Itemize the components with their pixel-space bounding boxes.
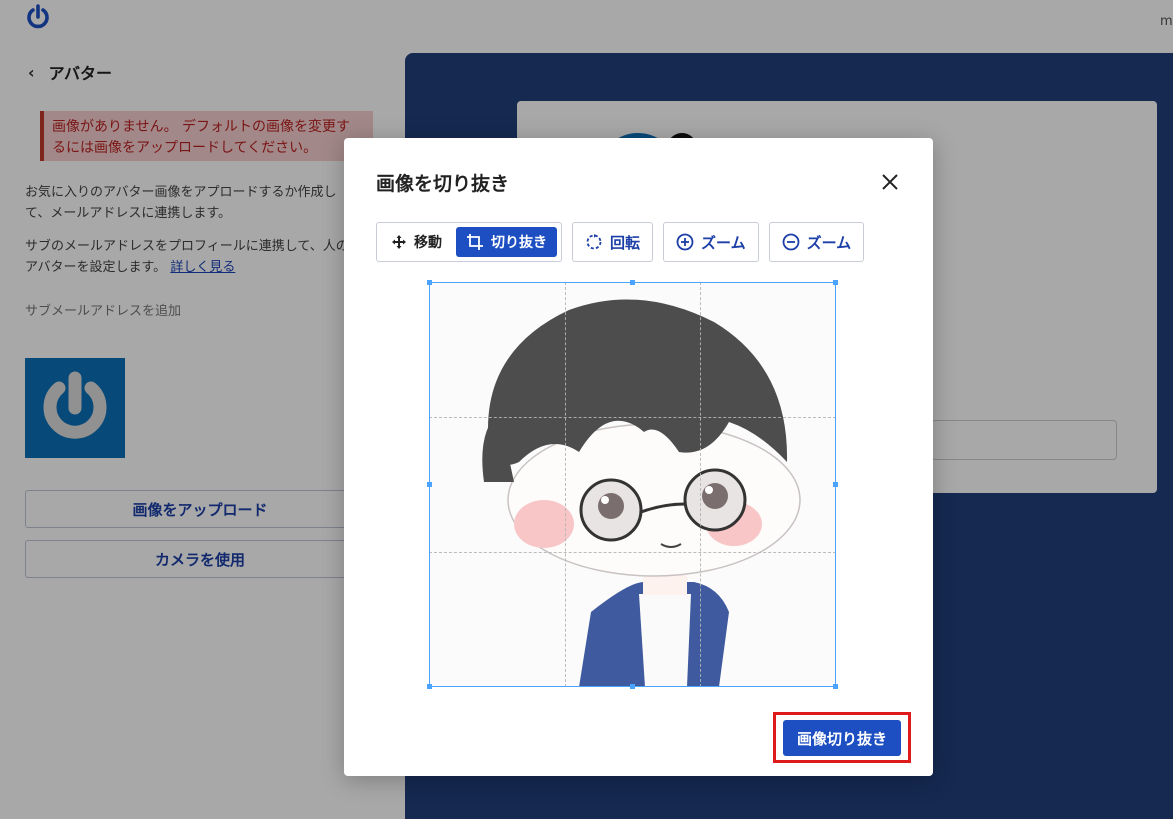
zoom-in-icon xyxy=(676,233,694,251)
crop-icon xyxy=(467,234,483,250)
zoom-in-label: ズーム xyxy=(701,233,746,252)
crop-image-submit-button[interactable]: 画像切り抜き xyxy=(783,720,901,756)
crop-selection-box[interactable] xyxy=(429,282,836,687)
crop-handle-right[interactable] xyxy=(833,482,838,487)
rotate-icon xyxy=(586,234,602,250)
close-icon[interactable] xyxy=(878,170,902,194)
crop-handle-top-left[interactable] xyxy=(427,280,432,285)
crop-label: 切り抜き xyxy=(491,235,547,251)
crop-image-dialog: 画像を切り抜き 移動 切り抜き 回転 ズーム ズーム 画像切り抜き xyxy=(344,138,933,776)
crop-handle-top[interactable] xyxy=(630,280,635,285)
crop-handle-bottom[interactable] xyxy=(630,684,635,689)
zoom-out-label: ズーム xyxy=(806,233,852,252)
zoom-out-button[interactable]: ズーム xyxy=(768,222,865,262)
move-label: 移動 xyxy=(414,235,442,251)
mode-toggle: 移動 切り抜き xyxy=(376,222,562,262)
crop-canvas[interactable] xyxy=(427,280,838,689)
move-mode-button[interactable]: 移動 xyxy=(381,227,452,257)
crop-mode-button[interactable]: 切り抜き xyxy=(456,227,557,257)
crop-handle-bottom-right[interactable] xyxy=(833,684,838,689)
crop-handle-top-right[interactable] xyxy=(833,280,838,285)
rotate-button[interactable]: 回転 xyxy=(572,222,654,262)
zoom-out-icon xyxy=(782,233,799,251)
zoom-in-button[interactable]: ズーム xyxy=(663,222,759,262)
crop-handle-bottom-left[interactable] xyxy=(427,684,432,689)
rotate-label: 回転 xyxy=(610,233,641,252)
crop-toolbar: 移動 切り抜き 回転 ズーム ズーム xyxy=(376,222,865,262)
crop-handle-left[interactable] xyxy=(427,482,432,487)
dialog-title: 画像を切り抜き xyxy=(376,173,510,195)
move-arrows-icon xyxy=(392,235,406,249)
